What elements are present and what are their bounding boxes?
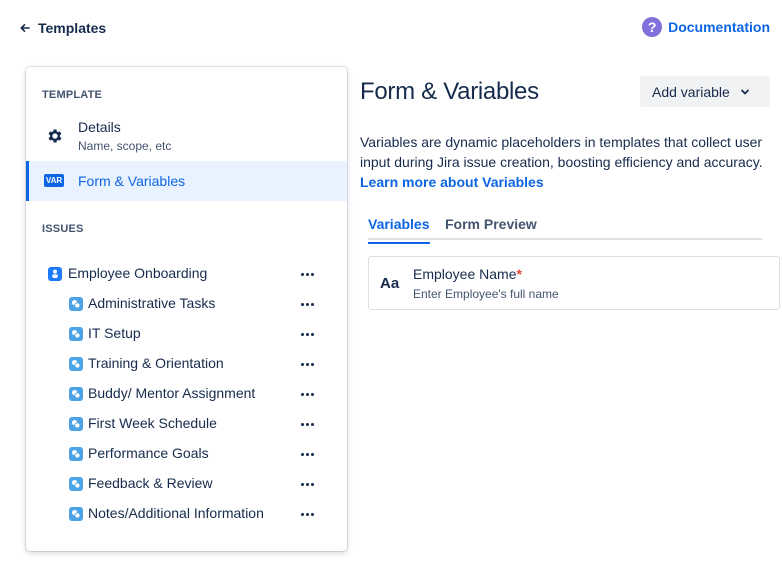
more-actions-button[interactable]	[298, 267, 316, 281]
subtask-icon	[69, 417, 83, 431]
sidebar-item-form-variables[interactable]: VAR Form & Variables	[26, 161, 347, 201]
issue-title: First Week Schedule	[88, 415, 217, 431]
subtask-icon	[69, 507, 83, 521]
arrow-left-icon	[20, 24, 30, 32]
gear-icon	[48, 129, 62, 143]
variable-hint: Enter Employee's full name	[413, 287, 559, 301]
issue-title: Feedback & Review	[88, 475, 213, 491]
epic-title: Employee Onboarding	[68, 265, 208, 281]
tab-variables[interactable]: Variables	[368, 216, 430, 244]
variables-description: Variables are dynamic placeholders in te…	[360, 132, 770, 192]
issue-title: IT Setup	[88, 325, 141, 341]
back-to-templates-link[interactable]: Templates	[20, 18, 106, 38]
issue-child-row[interactable]: First Week Schedule	[26, 412, 347, 436]
variable-card[interactable]: Aa Employee Name* Enter Employee's full …	[368, 256, 780, 310]
section-header-issues: ISSUES	[42, 223, 84, 235]
more-actions-button[interactable]	[298, 327, 316, 341]
more-actions-button[interactable]	[298, 447, 316, 461]
add-variable-label: Add variable	[652, 83, 730, 100]
issue-child-row[interactable]: Notes/Additional Information	[26, 502, 347, 526]
page-title: Form & Variables	[360, 78, 539, 105]
subtask-icon	[69, 327, 83, 341]
details-subtitle: Name, scope, etc	[78, 139, 172, 153]
more-actions-button[interactable]	[298, 387, 316, 401]
variable-name: Employee Name*	[413, 266, 522, 282]
issue-child-row[interactable]: Performance Goals	[26, 442, 347, 466]
issue-title: Performance Goals	[88, 445, 209, 461]
subtask-icon	[69, 357, 83, 371]
issue-title: Notes/Additional Information	[88, 505, 264, 521]
text-type-icon: Aa	[380, 275, 400, 292]
chevron-down-icon	[740, 89, 749, 94]
more-actions-button[interactable]	[298, 477, 316, 491]
subtask-icon	[69, 447, 83, 461]
issue-child-row[interactable]: Administrative Tasks	[26, 292, 347, 316]
required-asterisk: *	[516, 266, 522, 282]
back-label: Templates	[38, 20, 107, 36]
tab-bar: Variables Form Preview	[368, 212, 762, 244]
issue-child-row[interactable]: IT Setup	[26, 322, 347, 346]
subtask-icon	[69, 477, 83, 491]
template-sidebar: TEMPLATE Details Name, scope, etc VAR Fo…	[26, 67, 347, 551]
description-text: Variables are dynamic placeholders in te…	[360, 134, 763, 170]
issue-child-row[interactable]: Buddy/ Mentor Assignment	[26, 382, 347, 406]
issue-title: Administrative Tasks	[88, 295, 216, 311]
more-actions-button[interactable]	[298, 357, 316, 371]
form-variables-title: Form & Variables	[78, 173, 186, 189]
more-actions-button[interactable]	[298, 297, 316, 311]
sidebar-item-details[interactable]: Details Name, scope, etc	[26, 113, 347, 159]
add-variable-button[interactable]: Add variable	[640, 76, 770, 107]
tab-form-preview[interactable]: Form Preview	[445, 216, 537, 240]
issue-child-row[interactable]: Training & Orientation	[26, 352, 347, 376]
documentation-label: Documentation	[668, 19, 770, 35]
section-header-template: TEMPLATE	[42, 89, 103, 101]
issue-title: Training & Orientation	[88, 355, 224, 371]
subtask-icon	[69, 297, 83, 311]
issue-child-row[interactable]: Feedback & Review	[26, 472, 347, 496]
subtask-icon	[69, 387, 83, 401]
question-circle-icon: ?	[642, 17, 663, 37]
documentation-link[interactable]: ? Documentation	[642, 16, 770, 38]
learn-more-link[interactable]: Learn more about Variables	[360, 174, 544, 190]
epic-person-icon	[48, 267, 62, 281]
more-actions-button[interactable]	[298, 507, 316, 521]
more-actions-button[interactable]	[298, 417, 316, 431]
details-title: Details	[78, 119, 121, 135]
issue-epic-row[interactable]: Employee Onboarding	[26, 262, 347, 286]
var-badge-icon: VAR	[44, 174, 64, 187]
issue-title: Buddy/ Mentor Assignment	[88, 385, 256, 401]
variable-name-text: Employee Name	[413, 266, 517, 282]
